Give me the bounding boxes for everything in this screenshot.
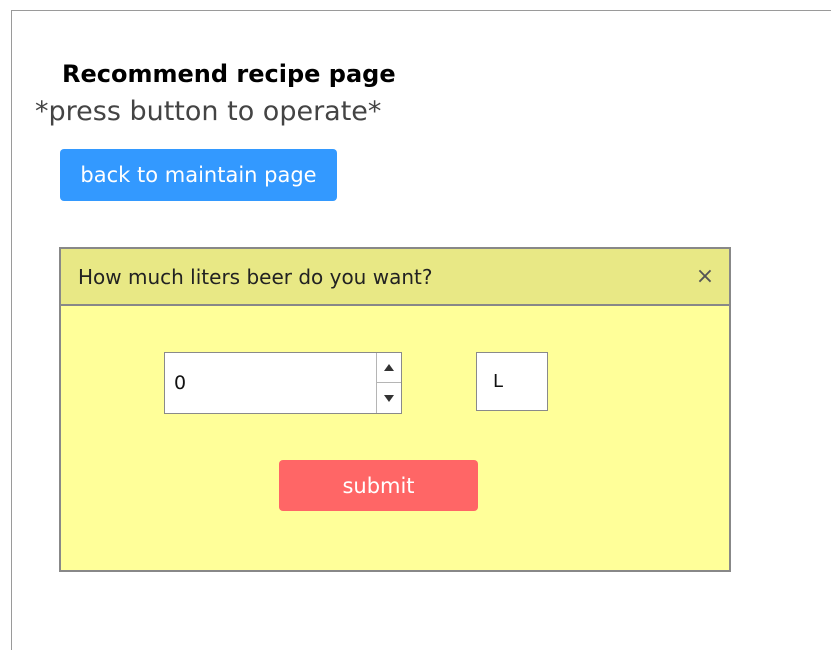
caret-down-icon[interactable] xyxy=(377,383,401,413)
liters-number-field xyxy=(164,352,402,414)
close-icon[interactable]: × xyxy=(693,263,717,289)
submit-button[interactable]: submit xyxy=(279,460,478,511)
dialog-header: How much liters beer do you want? × xyxy=(61,249,729,306)
dialog-title: How much liters beer do you want? xyxy=(78,265,433,289)
unit-label: L xyxy=(476,352,548,411)
caret-up-icon[interactable] xyxy=(377,353,401,383)
liters-spinner xyxy=(376,353,401,413)
liters-dialog: How much liters beer do you want? × L su… xyxy=(59,247,731,572)
page-title: Recommend recipe page xyxy=(62,60,396,88)
page-subtitle: *press button to operate* xyxy=(35,96,382,127)
back-to-maintain-page-button[interactable]: back to maintain page xyxy=(60,149,337,201)
liters-input[interactable] xyxy=(165,353,375,413)
